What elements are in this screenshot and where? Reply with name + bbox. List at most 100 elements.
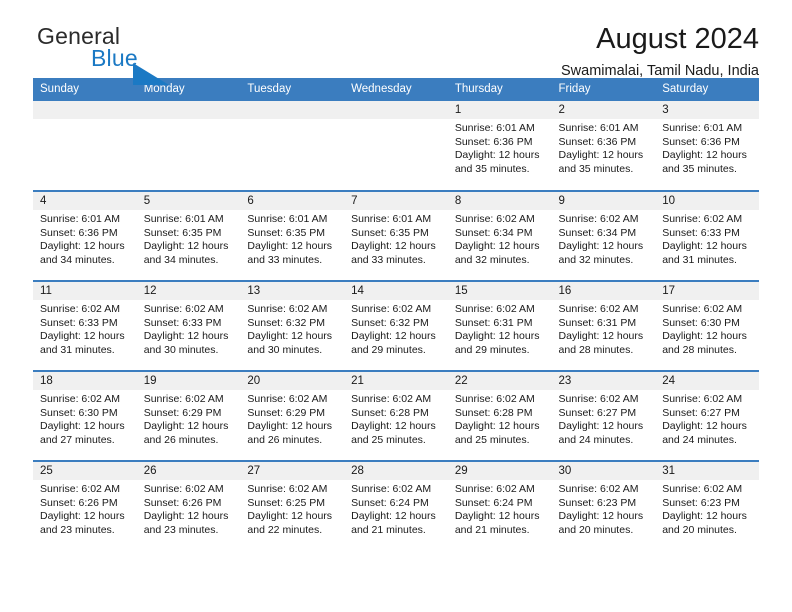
day-cell[interactable]: 3 Sunrise: 6:01 AM Sunset: 6:36 PM Dayli… bbox=[655, 101, 759, 191]
day-cell[interactable]: 22 Sunrise: 6:02 AM Sunset: 6:28 PM Dayl… bbox=[447, 370, 552, 461]
sunset-text: Sunset: 6:23 PM bbox=[558, 496, 637, 509]
day-cell[interactable]: 25 Sunrise: 6:02 AM Sunset: 6:26 PM Dayl… bbox=[33, 460, 137, 551]
day-cell[interactable]: 14 Sunrise: 6:02 AM Sunset: 6:32 PM Dayl… bbox=[344, 280, 448, 371]
day-cell[interactable]: 11 Sunrise: 6:02 AM Sunset: 6:33 PM Dayl… bbox=[33, 280, 137, 371]
day-cell[interactable]: 21 Sunrise: 6:02 AM Sunset: 6:28 PM Dayl… bbox=[344, 370, 448, 461]
daylight-text: Daylight: 12 hours and 35 minutes. bbox=[454, 149, 540, 175]
brand-logo[interactable]: General Blue bbox=[33, 22, 213, 85]
day-cell[interactable]: 29 Sunrise: 6:02 AM Sunset: 6:24 PM Dayl… bbox=[447, 460, 552, 551]
day-number: 29 bbox=[447, 462, 552, 480]
day-details: Sunrise: 6:02 AM Sunset: 6:34 PM Dayligh… bbox=[552, 210, 656, 267]
sunrise-text: Sunrise: 6:02 AM bbox=[454, 393, 535, 405]
daylight-text: Daylight: 12 hours and 22 minutes. bbox=[247, 510, 333, 536]
day-cell[interactable]: 27 Sunrise: 6:02 AM Sunset: 6:25 PM Dayl… bbox=[240, 460, 345, 551]
day-cell[interactable]: 2 Sunrise: 6:01 AM Sunset: 6:36 PM Dayli… bbox=[551, 101, 656, 191]
daylight-text: Daylight: 12 hours and 33 minutes. bbox=[351, 240, 436, 266]
day-cell[interactable]: 24 Sunrise: 6:02 AM Sunset: 6:27 PM Dayl… bbox=[655, 370, 759, 461]
day-number: 14 bbox=[344, 282, 448, 300]
sunrise-text: Sunrise: 6:02 AM bbox=[40, 393, 120, 405]
day-cell[interactable]: 17 Sunrise: 6:02 AM Sunset: 6:30 PM Dayl… bbox=[655, 280, 759, 371]
day-cell[interactable]: 9 Sunrise: 6:02 AM Sunset: 6:34 PM Dayli… bbox=[551, 190, 656, 281]
day-cell[interactable] bbox=[240, 101, 345, 191]
sunset-text: Sunset: 6:36 PM bbox=[40, 226, 118, 239]
sunrise-text: Sunrise: 6:02 AM bbox=[143, 303, 224, 315]
day-details: Sunrise: 6:02 AM Sunset: 6:32 PM Dayligh… bbox=[344, 300, 448, 357]
daylight-text: Daylight: 12 hours and 20 minutes. bbox=[558, 510, 644, 536]
day-cell[interactable]: 26 Sunrise: 6:02 AM Sunset: 6:26 PM Dayl… bbox=[136, 460, 241, 551]
daylight-text: Daylight: 12 hours and 24 minutes. bbox=[662, 420, 747, 446]
sunrise-text: Sunrise: 6:02 AM bbox=[454, 213, 535, 225]
day-number: 27 bbox=[240, 462, 345, 480]
day-number: 3 bbox=[655, 101, 759, 119]
day-cell[interactable] bbox=[33, 101, 137, 191]
day-details: Sunrise: 6:01 AM Sunset: 6:36 PM Dayligh… bbox=[655, 119, 759, 176]
daylight-text: Daylight: 12 hours and 23 minutes. bbox=[143, 510, 229, 536]
day-cell[interactable] bbox=[136, 101, 241, 191]
day-cell[interactable]: 31 Sunrise: 6:02 AM Sunset: 6:23 PM Dayl… bbox=[655, 460, 759, 551]
day-details: Sunrise: 6:02 AM Sunset: 6:25 PM Dayligh… bbox=[240, 480, 344, 537]
sunset-text: Sunset: 6:27 PM bbox=[558, 406, 637, 419]
day-cell[interactable]: 18 Sunrise: 6:02 AM Sunset: 6:30 PM Dayl… bbox=[33, 370, 137, 461]
sunrise-text: Sunrise: 6:01 AM bbox=[351, 213, 432, 225]
day-cell[interactable]: 23 Sunrise: 6:02 AM Sunset: 6:27 PM Dayl… bbox=[551, 370, 656, 461]
day-cell[interactable]: 6 Sunrise: 6:01 AM Sunset: 6:35 PM Dayli… bbox=[240, 190, 345, 281]
daylight-text: Daylight: 12 hours and 28 minutes. bbox=[558, 330, 644, 356]
sunset-text: Sunset: 6:35 PM bbox=[351, 226, 429, 239]
day-details: Sunrise: 6:02 AM Sunset: 6:29 PM Dayligh… bbox=[137, 390, 241, 447]
daylight-text: Daylight: 12 hours and 21 minutes. bbox=[351, 510, 436, 536]
day-number: 8 bbox=[447, 192, 552, 210]
daylight-text: Daylight: 12 hours and 33 minutes. bbox=[247, 240, 333, 266]
day-number: 23 bbox=[551, 372, 656, 390]
daylight-text: Daylight: 12 hours and 26 minutes. bbox=[247, 420, 333, 446]
day-details: Sunrise: 6:01 AM Sunset: 6:36 PM Dayligh… bbox=[448, 119, 552, 176]
sunset-text: Sunset: 6:27 PM bbox=[662, 406, 740, 419]
day-details: Sunrise: 6:01 AM Sunset: 6:36 PM Dayligh… bbox=[552, 119, 656, 176]
day-cell[interactable]: 12 Sunrise: 6:02 AM Sunset: 6:33 PM Dayl… bbox=[136, 280, 241, 371]
day-number: 10 bbox=[655, 192, 759, 210]
day-details: Sunrise: 6:02 AM Sunset: 6:23 PM Dayligh… bbox=[552, 480, 656, 537]
day-cell[interactable]: 20 Sunrise: 6:02 AM Sunset: 6:29 PM Dayl… bbox=[240, 370, 345, 461]
sunrise-text: Sunrise: 6:02 AM bbox=[662, 213, 743, 225]
sunset-text: Sunset: 6:34 PM bbox=[558, 226, 637, 239]
day-cell[interactable]: 8 Sunrise: 6:02 AM Sunset: 6:34 PM Dayli… bbox=[447, 190, 552, 281]
day-cell[interactable]: 4 Sunrise: 6:01 AM Sunset: 6:36 PM Dayli… bbox=[33, 190, 137, 281]
daylight-text: Daylight: 12 hours and 23 minutes. bbox=[40, 510, 125, 536]
day-details: Sunrise: 6:02 AM Sunset: 6:26 PM Dayligh… bbox=[33, 480, 137, 537]
daylight-text: Daylight: 12 hours and 25 minutes. bbox=[454, 420, 540, 446]
day-details: Sunrise: 6:01 AM Sunset: 6:35 PM Dayligh… bbox=[240, 210, 344, 267]
week-row: 1 Sunrise: 6:01 AM Sunset: 6:36 PM Dayli… bbox=[33, 101, 759, 191]
day-cell[interactable]: 28 Sunrise: 6:02 AM Sunset: 6:24 PM Dayl… bbox=[344, 460, 448, 551]
day-details: Sunrise: 6:02 AM Sunset: 6:30 PM Dayligh… bbox=[33, 390, 137, 447]
sunrise-text: Sunrise: 6:01 AM bbox=[454, 122, 535, 134]
day-number: 6 bbox=[240, 192, 345, 210]
day-details bbox=[137, 119, 241, 122]
day-cell[interactable]: 10 Sunrise: 6:02 AM Sunset: 6:33 PM Dayl… bbox=[655, 190, 759, 281]
day-details: Sunrise: 6:02 AM Sunset: 6:27 PM Dayligh… bbox=[655, 390, 759, 447]
day-cell[interactable] bbox=[344, 101, 448, 191]
daylight-text: Daylight: 12 hours and 31 minutes. bbox=[662, 240, 747, 266]
sunrise-text: Sunrise: 6:02 AM bbox=[662, 303, 743, 315]
daylight-text: Daylight: 12 hours and 24 minutes. bbox=[558, 420, 644, 446]
sunset-text: Sunset: 6:28 PM bbox=[454, 406, 533, 419]
day-cell[interactable]: 1 Sunrise: 6:01 AM Sunset: 6:36 PM Dayli… bbox=[447, 101, 552, 191]
day-number: 17 bbox=[655, 282, 759, 300]
day-cell[interactable]: 15 Sunrise: 6:02 AM Sunset: 6:31 PM Dayl… bbox=[447, 280, 552, 371]
day-details: Sunrise: 6:02 AM Sunset: 6:32 PM Dayligh… bbox=[240, 300, 344, 357]
weekday-header-wednesday: Wednesday bbox=[344, 78, 448, 101]
sunrise-text: Sunrise: 6:01 AM bbox=[662, 122, 743, 134]
day-cell[interactable]: 7 Sunrise: 6:01 AM Sunset: 6:35 PM Dayli… bbox=[344, 190, 448, 281]
day-cell[interactable]: 19 Sunrise: 6:02 AM Sunset: 6:29 PM Dayl… bbox=[136, 370, 241, 461]
day-cell[interactable]: 13 Sunrise: 6:02 AM Sunset: 6:32 PM Dayl… bbox=[240, 280, 345, 371]
day-details: Sunrise: 6:01 AM Sunset: 6:35 PM Dayligh… bbox=[137, 210, 241, 267]
day-details: Sunrise: 6:02 AM Sunset: 6:29 PM Dayligh… bbox=[240, 390, 344, 447]
day-cell[interactable]: 16 Sunrise: 6:02 AM Sunset: 6:31 PM Dayl… bbox=[551, 280, 656, 371]
day-cell[interactable]: 30 Sunrise: 6:02 AM Sunset: 6:23 PM Dayl… bbox=[551, 460, 656, 551]
sunset-text: Sunset: 6:24 PM bbox=[454, 496, 533, 509]
sunset-text: Sunset: 6:33 PM bbox=[40, 316, 118, 329]
daylight-text: Daylight: 12 hours and 31 minutes. bbox=[40, 330, 125, 356]
day-cell[interactable]: 5 Sunrise: 6:01 AM Sunset: 6:35 PM Dayli… bbox=[136, 190, 241, 281]
daylight-text: Daylight: 12 hours and 20 minutes. bbox=[662, 510, 747, 536]
sunset-text: Sunset: 6:29 PM bbox=[143, 406, 222, 419]
day-number bbox=[33, 101, 137, 119]
day-number bbox=[136, 101, 241, 119]
